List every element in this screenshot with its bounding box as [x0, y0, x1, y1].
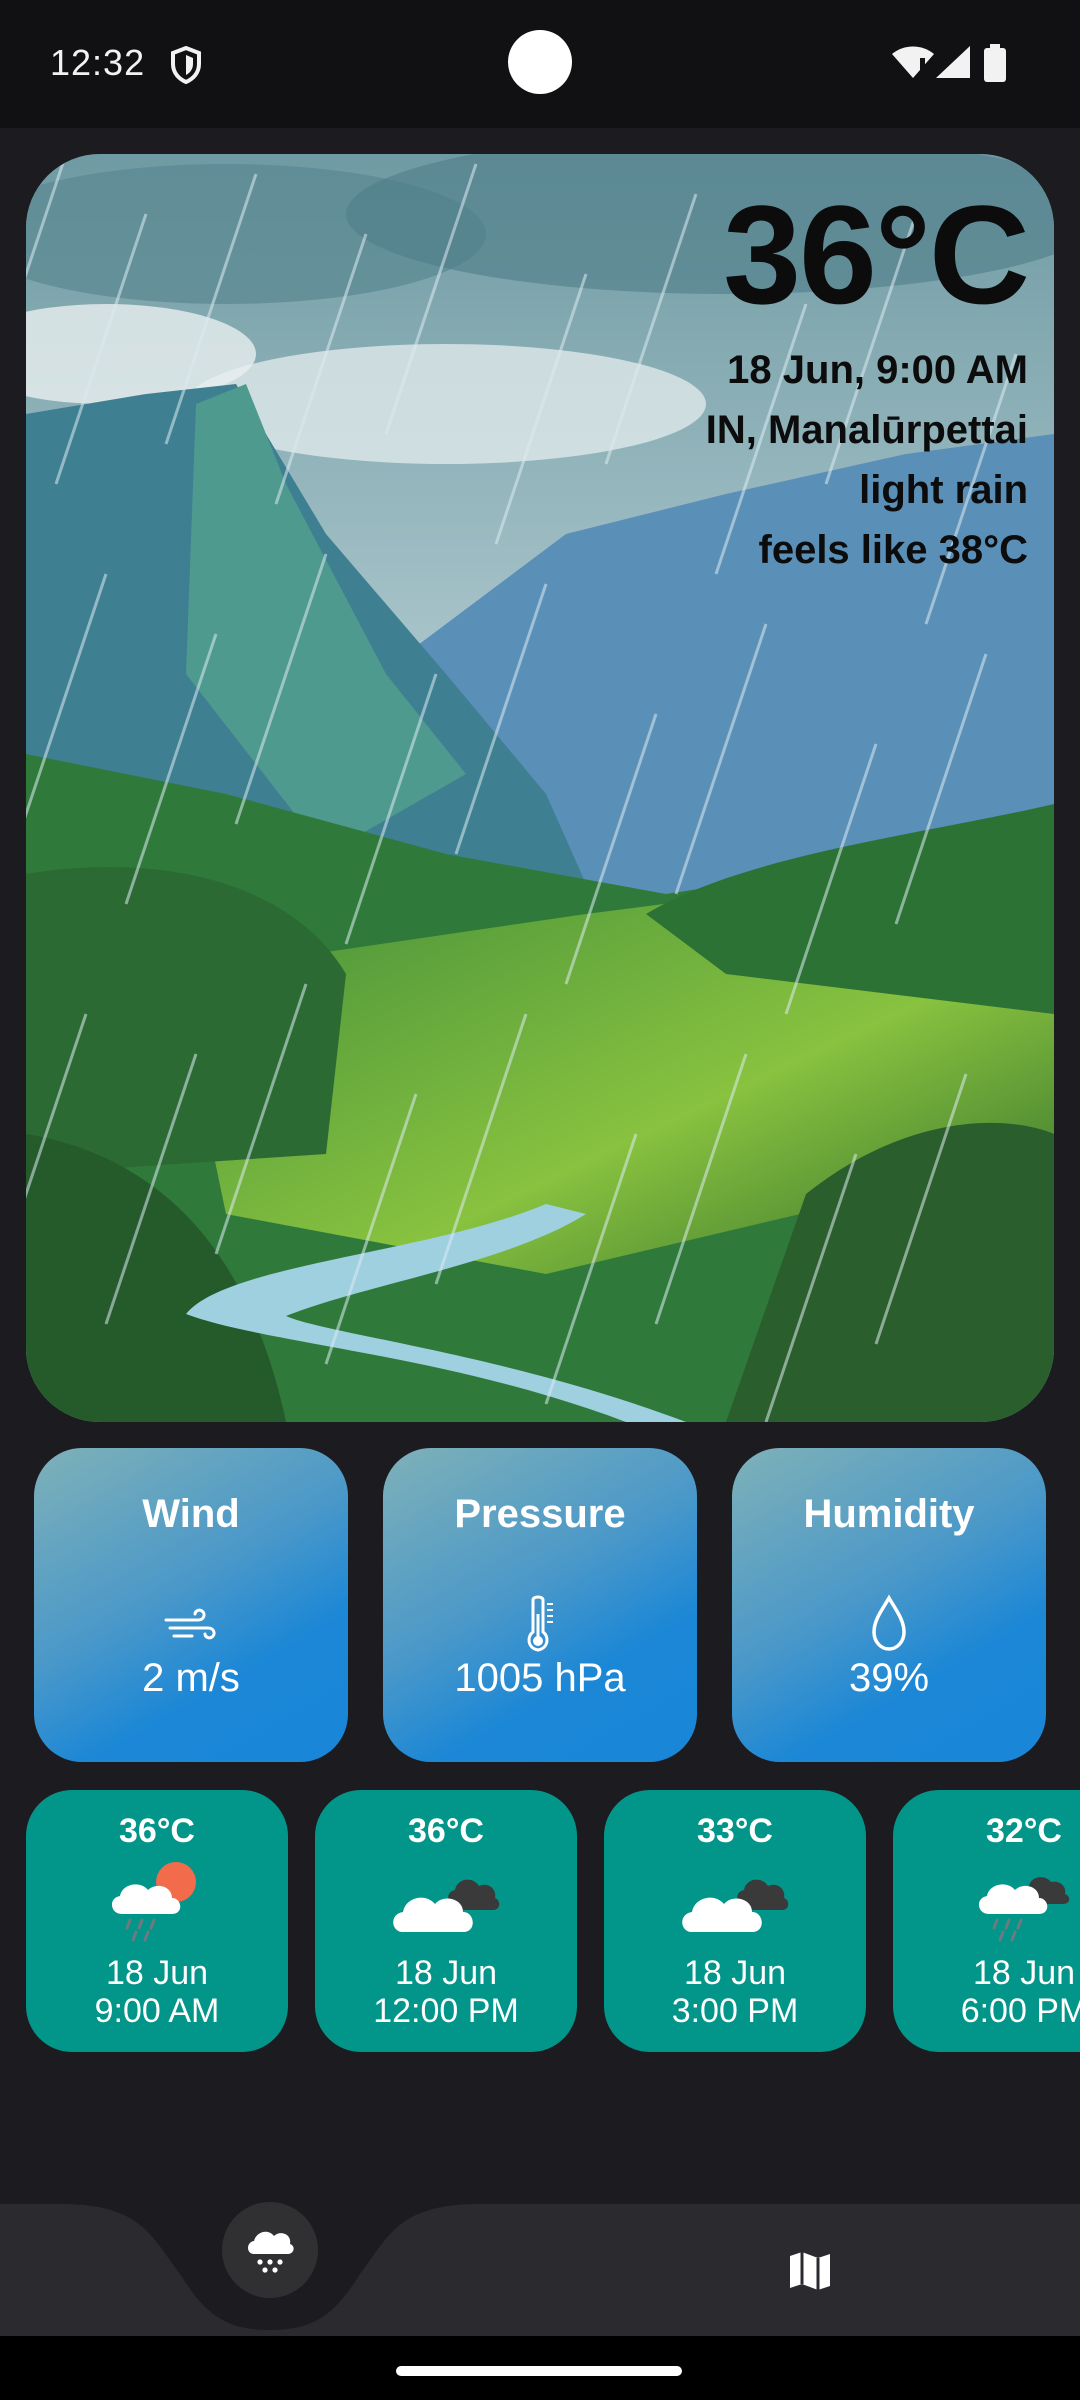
humidity-card: Humidity 39%	[732, 1448, 1046, 1762]
humidity-value: 39%	[848, 1656, 930, 1700]
current-datetime: 18 Jun, 9:00 AM	[727, 348, 1028, 392]
pressure-card: Pressure 1005 hPa	[383, 1448, 697, 1762]
forecast-temp: 33°C	[697, 1812, 773, 1850]
forecast-card[interactable]: 36°C 18 Jun 9:00 AM	[26, 1790, 288, 2052]
cell-signal-icon	[936, 46, 970, 78]
forecast-date: 18 Jun 6:00 PM	[960, 1954, 1080, 2030]
current-location: IN, Manalūrpettai	[705, 408, 1028, 452]
bottom-navigation-bar	[0, 2204, 1080, 2336]
wind-icon	[164, 1608, 216, 1640]
nav-background	[0, 2204, 1080, 2336]
thermometer-icon	[527, 1595, 553, 1652]
wifi-icon	[892, 46, 934, 78]
wind-value: 2 m/s	[142, 1656, 240, 1700]
pressure-value: 1005 hPa	[454, 1656, 626, 1700]
cloudy-icon	[393, 1879, 500, 1932]
forecast-temp: 32°C	[986, 1812, 1062, 1850]
cloudy-icon	[682, 1879, 789, 1932]
forecast-temp: 36°C	[408, 1812, 484, 1850]
forecast-date: 18 Jun 9:00 AM	[94, 1954, 220, 2030]
hourly-forecast-list[interactable]: 36°C 18 Jun 9:00 AM 36°C 18 Jun 12:00 PM 3…	[0, 1790, 1080, 2052]
current-temperature: 36°C	[723, 176, 1030, 333]
map-icon[interactable]	[786, 2246, 834, 2294]
forecast-date: 18 Jun 12:00 PM	[373, 1954, 519, 2030]
camera-cutout	[508, 30, 572, 94]
wind-title: Wind	[142, 1492, 240, 1536]
rain-landscape-illustration	[26, 154, 1054, 1422]
forecast-date: 18 Jun 3:00 PM	[671, 1954, 799, 2030]
wind-card: Wind 2 m/s	[34, 1448, 348, 1762]
weather-tab-button[interactable]	[222, 2202, 318, 2298]
status-time: 12:32	[50, 42, 146, 83]
home-indicator[interactable]	[396, 2366, 682, 2376]
weather-hero-card: 36°C 18 Jun, 9:00 AM IN, Manalūrpettai l…	[26, 154, 1054, 1422]
shield-icon	[171, 46, 201, 84]
humidity-title: Humidity	[803, 1492, 975, 1536]
feels-like: feels like 38°C	[758, 528, 1029, 572]
cloud-snow-icon	[248, 2231, 294, 2273]
forecast-temp: 36°C	[119, 1812, 195, 1850]
weather-description: light rain	[859, 468, 1028, 512]
forecast-card[interactable]: 33°C 18 Jun 3:00 PM	[604, 1790, 866, 2052]
battery-icon	[984, 44, 1006, 82]
forecast-card[interactable]: 36°C 18 Jun 12:00 PM	[315, 1790, 577, 2052]
forecast-card[interactable]: 32°C 18 Jun 6:00 PM	[893, 1790, 1080, 2052]
pressure-title: Pressure	[454, 1492, 626, 1536]
droplet-icon	[872, 1594, 906, 1651]
rain-sun-icon	[111, 1862, 196, 1942]
status-bar: 12:32	[0, 0, 1080, 128]
rain-cloud-icon	[978, 1877, 1070, 1942]
